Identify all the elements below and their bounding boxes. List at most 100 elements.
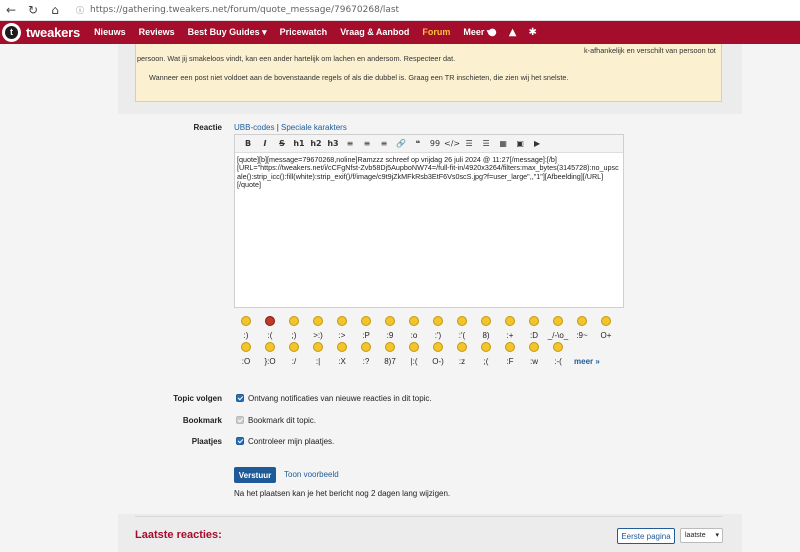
preview-link[interactable]: Toon voorbeeld xyxy=(284,470,339,479)
chat-icon[interactable]: ● xyxy=(488,27,497,38)
logo-icon: t xyxy=(2,23,21,42)
smiley-icons-row-2 xyxy=(234,341,624,355)
address-bar[interactable]: ⓘ https://gathering.tweakers.net/forum/q… xyxy=(76,5,399,16)
smiley-icon[interactable] xyxy=(289,316,299,326)
edit-note: Na het plaatsen kan je het bericht nog 2… xyxy=(234,489,451,498)
smiley-icon[interactable] xyxy=(553,316,563,326)
smiley-icon[interactable] xyxy=(433,342,443,352)
back-icon[interactable]: ← xyxy=(0,0,22,21)
code-icon[interactable]: </> xyxy=(444,137,460,151)
bullet-list-icon[interactable]: ☰ xyxy=(461,137,477,151)
site-info-icon[interactable]: ⓘ xyxy=(76,5,84,16)
image-icon[interactable]: ▣ xyxy=(512,137,528,151)
strikethrough-button[interactable]: S xyxy=(274,137,290,151)
plaatjes-checkbox[interactable] xyxy=(236,437,244,445)
tweakers-logo[interactable]: t tweakers xyxy=(2,23,80,42)
nav-forum[interactable]: Forum xyxy=(422,27,450,38)
h2-button[interactable]: h2 xyxy=(308,137,324,151)
bookmark-label: Bookmark xyxy=(182,416,222,425)
rules-line-1: k-afhankelijk en verschilt van persoon t… xyxy=(584,46,716,55)
bold-button[interactable]: B xyxy=(240,137,256,151)
reload-icon[interactable]: ↻ xyxy=(22,0,44,21)
smiley-icon[interactable] xyxy=(337,342,347,352)
smiley-icon[interactable] xyxy=(577,316,587,326)
smiley-icon[interactable] xyxy=(265,316,275,326)
rules-line-3: Wanneer een post niet voldoet aan de bov… xyxy=(149,73,569,82)
smiley-icon[interactable] xyxy=(385,316,395,326)
smiley-code: }:O xyxy=(264,356,276,366)
numbered-list-icon[interactable]: ☰ xyxy=(478,137,494,151)
rules-line-2: persoon. Wat jij smakeloos vindt, kan ee… xyxy=(137,54,456,63)
smiley-icon[interactable] xyxy=(313,316,323,326)
h1-button[interactable]: h1 xyxy=(291,137,307,151)
smiley-icon[interactable] xyxy=(601,316,611,326)
smiley-icon[interactable] xyxy=(409,316,419,326)
settings-icon[interactable]: ✱ xyxy=(528,27,536,38)
topic-volgen-text: Ontvang notificaties van nieuwe reacties… xyxy=(248,394,432,403)
align-center-icon[interactable]: ≡ xyxy=(359,137,375,151)
smiley-icon[interactable] xyxy=(409,342,419,352)
smiley-code: :X xyxy=(338,356,346,366)
logo-text: tweakers xyxy=(26,25,81,40)
smiley-icon[interactable] xyxy=(265,342,275,352)
h3-button[interactable]: h3 xyxy=(325,137,341,151)
bookmark-checkbox[interactable] xyxy=(236,416,244,424)
topic-volgen-checkbox[interactable] xyxy=(236,394,244,402)
smiley-icon[interactable] xyxy=(433,316,443,326)
special-chars-link[interactable]: Speciale karakters xyxy=(281,123,347,132)
quote-icon[interactable]: ❝ xyxy=(410,137,426,151)
nav-vraag-aanbod[interactable]: Vraag & Aanbod xyxy=(340,27,409,38)
table-icon[interactable]: ▦ xyxy=(495,137,511,151)
home-icon[interactable]: ⌂ xyxy=(44,0,66,21)
smiley-icon[interactable] xyxy=(457,316,467,326)
smiley-icon[interactable] xyxy=(529,316,539,326)
smiley-icon[interactable] xyxy=(481,342,491,352)
message-textarea[interactable]: [quote][b][message=79670268,noline]Ramzz… xyxy=(235,153,623,193)
link-icon[interactable]: 🔗 xyxy=(393,137,409,151)
smiley-code: :9~ xyxy=(576,330,588,340)
smiley-code: :+ xyxy=(506,330,514,340)
smiley-code: ;( xyxy=(483,356,489,366)
smiley-icon[interactable] xyxy=(505,342,515,352)
bell-icon[interactable]: ▲ xyxy=(509,27,517,38)
smiley-code: :z xyxy=(458,356,466,366)
first-page-button[interactable]: Eerste pagina xyxy=(617,528,675,544)
link-separator: | xyxy=(276,123,279,132)
submit-button[interactable]: Verstuur xyxy=(234,467,276,483)
page-select[interactable]: laatste ▾ xyxy=(680,528,723,543)
align-right-icon[interactable]: ≡ xyxy=(376,137,392,151)
smiley-icon[interactable] xyxy=(385,342,395,352)
smiley-icon[interactable] xyxy=(529,342,539,352)
smiley-icon[interactable] xyxy=(337,316,347,326)
url-text: https://gathering.tweakers.net/forum/quo… xyxy=(90,5,400,15)
italic-button[interactable]: I xyxy=(257,137,273,151)
video-icon[interactable]: ▶ xyxy=(529,137,545,151)
smiley-icon[interactable] xyxy=(313,342,323,352)
smiley-icon[interactable] xyxy=(241,342,251,352)
smiley-code: >:) xyxy=(313,330,323,340)
nav-nieuws[interactable]: Nieuws xyxy=(94,27,126,38)
align-left-icon[interactable]: ≡ xyxy=(342,137,358,151)
smiley-icon[interactable] xyxy=(457,342,467,352)
nav-best-buy-guides[interactable]: Best Buy Guides ▾ xyxy=(188,27,267,38)
smiley-code: :? xyxy=(362,356,370,366)
more-smileys-link[interactable]: meer » xyxy=(574,357,600,366)
smiley-code: :P xyxy=(362,330,370,340)
smiley-code: _/-\o_ xyxy=(547,330,569,340)
smiley-icon[interactable] xyxy=(481,316,491,326)
smiley-icon[interactable] xyxy=(553,342,563,352)
smiley-icon[interactable] xyxy=(505,316,515,326)
nav-reviews[interactable]: Reviews xyxy=(139,27,175,38)
smiley-code: :| xyxy=(315,356,321,366)
smiley-icon[interactable] xyxy=(241,316,251,326)
smiley-code: ;) xyxy=(291,330,297,340)
quote-alt-icon[interactable]: 99 xyxy=(427,137,443,151)
forum-rules-box: k-afhankelijk en verschilt van persoon t… xyxy=(135,44,722,102)
smiley-icon[interactable] xyxy=(289,342,299,352)
smiley-icon[interactable] xyxy=(361,316,371,326)
plaatjes-label: Plaatjes xyxy=(191,437,222,446)
ubb-codes-link[interactable]: UBB-codes xyxy=(234,123,274,132)
nav-pricewatch[interactable]: Pricewatch xyxy=(280,27,328,38)
smiley-icon[interactable] xyxy=(361,342,371,352)
message-editor: B I S h1 h2 h3 ≡ ≡ ≡ 🔗 ❝ 99 </> ☰ ☰ ▦ ▣ … xyxy=(234,134,624,308)
